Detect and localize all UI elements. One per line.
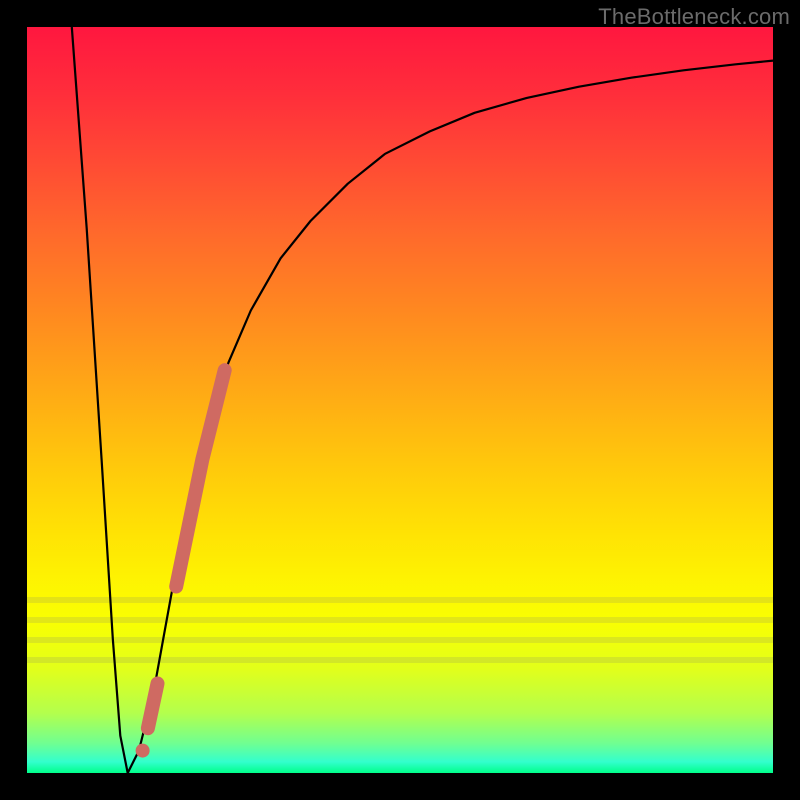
bottleneck-curve <box>72 27 773 773</box>
curve-svg <box>27 27 773 773</box>
emphasis-marker <box>176 370 225 586</box>
plot-area <box>27 27 773 773</box>
chart-frame: TheBottleneck.com <box>0 0 800 800</box>
emphasis-marker <box>148 684 158 729</box>
